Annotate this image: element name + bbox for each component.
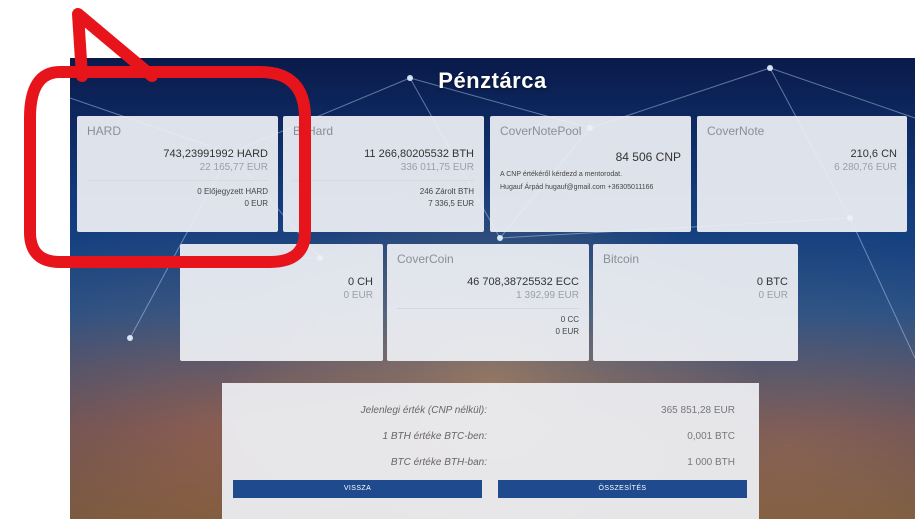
wallet-eur-value: 336 011,75 EUR: [400, 162, 474, 173]
wallet-eur-value: 6 280,76 EUR: [834, 162, 897, 173]
divider: [397, 308, 579, 309]
summary-row: 1 BTH értéke BTC-ben: 0,001 BTC: [234, 427, 747, 453]
wallet-card-covercoin: CoverCoin 46 708,38725532 ECC 1 392,99 E…: [387, 244, 589, 361]
wallet-title: CoverNotePool: [500, 124, 582, 138]
wallet-amount: 46 708,38725532 ECC: [467, 276, 579, 288]
summary-row: Jelenlegi érték (CNP nélkül): 365 851,28…: [234, 401, 747, 427]
divider: [293, 180, 474, 181]
wallet-eur-value: 0 EUR: [343, 290, 373, 301]
summary-row: BTC értéke BTH-ban: 1 000 BTH: [234, 453, 747, 479]
back-button[interactable]: VISSZA: [233, 480, 482, 498]
summary-button[interactable]: ÖSSZESÍTÉS: [498, 480, 747, 498]
wallet-card-bitcoin: Bitcoin 0 BTC 0 EUR: [593, 244, 798, 361]
summary-value: 0,001 BTC: [687, 431, 735, 442]
wallet-extra-amount: 0 Előjegyzett HARD: [197, 187, 268, 196]
wallet-card-covernotepool: CoverNotePool 84 506 CNP A CNP értékéről…: [490, 116, 691, 232]
wallet-card-ch: 0 CH 0 EUR: [180, 244, 383, 361]
wallet-card-covernote: CoverNote 210,6 CN 6 280,76 EUR: [697, 116, 907, 232]
divider: [87, 180, 268, 181]
summary-label: Jelenlegi érték (CNP nélkül):: [360, 405, 487, 416]
wallet-amount: 0 BTC: [756, 276, 788, 288]
wallet-card-bithard: BitHard 11 266,80205532 BTH 336 011,75 E…: [283, 116, 484, 232]
wallet-eur-value: 0 EUR: [758, 290, 788, 301]
wallet-title: CoverCoin: [397, 252, 454, 266]
wallet-eur-value: 22 165,77 EUR: [199, 162, 268, 173]
wallet-title: Bitcoin: [603, 252, 640, 266]
wallet-title: BitHard: [293, 124, 334, 138]
wallet-title: HARD: [87, 124, 122, 138]
wallet-amount: 0 CH: [347, 276, 373, 288]
wallet-extra-eur: 0 EUR: [555, 327, 579, 336]
wallet-note-line: A CNP értékéről kérdezd a mentorodat.: [500, 171, 623, 178]
page-title: Pénztárca: [438, 68, 547, 93]
wallet-amount: 84 506 CNP: [615, 150, 681, 164]
wallet-card-hard: HARD 743,23991992 HARD 22 165,77 EUR 0 E…: [77, 116, 278, 232]
summary-panel: Jelenlegi érték (CNP nélkül): 365 851,28…: [222, 383, 759, 519]
wallet-extra-eur: 7 336,5 EUR: [428, 199, 474, 208]
wallet-note-contact: Hugauf Árpád hugauf@gmail.com +363050111…: [500, 184, 654, 191]
wallet-extra-eur: 0 EUR: [244, 199, 268, 208]
wallet-amount: 11 266,80205532 BTH: [364, 148, 474, 160]
wallet-eur-value: 1 392,99 EUR: [516, 290, 579, 301]
summary-value: 365 851,28 EUR: [661, 405, 735, 416]
background-scene: Pénztárca HARD 743,23991992 HARD 22 165,…: [70, 58, 915, 519]
wallet-extra-amount: 0 CC: [560, 315, 579, 324]
wallet-title: CoverNote: [707, 124, 765, 138]
summary-label: 1 BTH értéke BTC-ben:: [382, 431, 487, 442]
wallet-extra-amount: 246 Zárolt BTH: [419, 187, 474, 196]
summary-label: BTC értéke BTH-ban:: [390, 457, 487, 468]
wallet-amount: 210,6 CN: [850, 148, 897, 160]
wallet-amount: 743,23991992 HARD: [163, 148, 268, 160]
summary-value: 1 000 BTH: [687, 457, 735, 468]
